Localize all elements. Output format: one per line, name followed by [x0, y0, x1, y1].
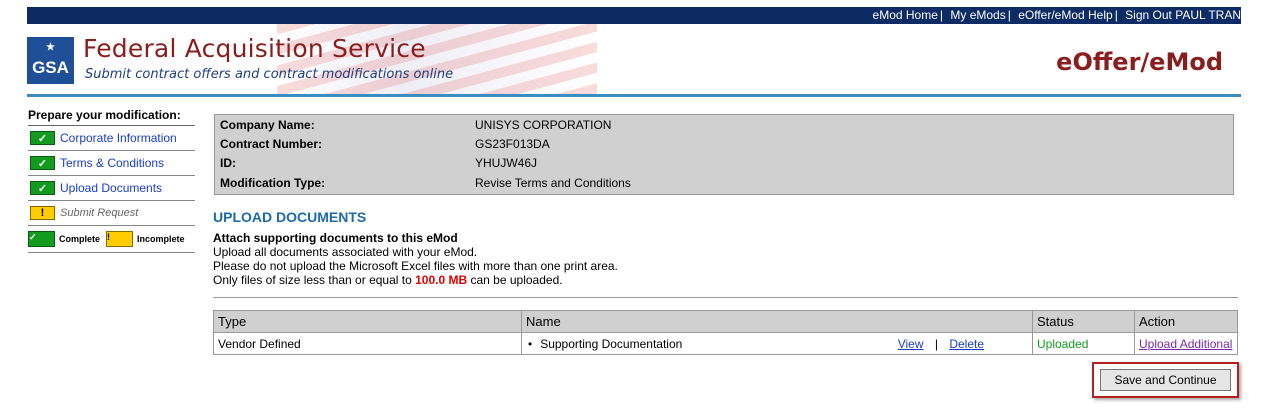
upload-instructions: Attach supporting documents to this eMod… — [213, 231, 618, 287]
check-icon: ✓ — [28, 231, 55, 247]
company-info-panel: Company Name: UNISYS CORPORATION Contrac… — [214, 114, 1234, 195]
nav-my-emods-link[interactable]: My eMods — [950, 8, 1005, 22]
site-subtitle: Submit contract offers and contract modi… — [85, 67, 454, 82]
section-divider — [213, 297, 1238, 298]
column-header-name: Name — [521, 310, 1033, 333]
documents-table: Type Name Status Action Vendor Defined •… — [213, 310, 1238, 355]
cell-name: • Supporting Documentation View | Delete — [521, 332, 1033, 355]
instructions-line-size: Only files of size less than or equal to… — [213, 273, 618, 287]
size-text-pre: Only files of size less than or equal to — [213, 273, 412, 287]
info-value: GS23F013DA — [475, 137, 550, 151]
info-row-modification-type: Modification Type: Revise Terms and Cond… — [220, 174, 631, 193]
site-title: Federal Acquisition Service — [83, 34, 426, 63]
check-icon: ✓ — [30, 181, 55, 195]
site-banner: ★ GSA Federal Acquisition Service Submit… — [27, 24, 1241, 94]
nav-sign-out-link[interactable]: Sign Out PAUL TRAN — [1125, 8, 1241, 22]
info-value: YHUJW46J — [475, 156, 538, 170]
gsa-logo[interactable]: ★ GSA — [27, 37, 74, 84]
column-header-status: Status — [1032, 310, 1135, 333]
info-label: Contract Number: — [220, 137, 323, 151]
header-divider — [27, 94, 1241, 97]
progress-sidebar: Prepare your modification: ✓ Corporate I… — [28, 108, 195, 253]
status-legend: ✓ Complete ! Incomplete — [28, 226, 195, 253]
link-separator: | — [934, 337, 938, 351]
upload-additional-link[interactable]: Upload Additional — [1139, 337, 1232, 351]
info-value: Revise Terms and Conditions — [475, 176, 631, 190]
instructions-heading: Attach supporting documents to this eMod — [213, 231, 458, 245]
save-and-continue-button[interactable]: Save and Continue — [1100, 369, 1231, 391]
legend-complete-label: Complete — [59, 234, 101, 244]
max-file-size: 100.0 MB — [415, 273, 468, 287]
bullet: • — [528, 336, 533, 351]
sidebar-item-terms-conditions[interactable]: ✓ Terms & Conditions — [28, 151, 195, 176]
info-row-company-name: Company Name: UNISYS CORPORATION — [220, 116, 611, 135]
nav-emod-home-link[interactable]: eMod Home — [873, 8, 938, 22]
cell-action: Upload Additional — [1134, 332, 1238, 355]
column-header-action: Action — [1134, 310, 1238, 333]
sidebar-heading: Prepare your modification: — [28, 108, 195, 126]
info-value: UNISYS CORPORATION — [475, 118, 612, 132]
check-icon: ✓ — [30, 131, 55, 145]
nav-separator: | — [939, 8, 944, 22]
size-text-post: can be uploaded. — [470, 273, 563, 287]
instructions-line: Please do not upload the Microsoft Excel… — [213, 259, 618, 273]
sidebar-item-corporate-information[interactable]: ✓ Corporate Information — [28, 126, 195, 151]
info-row-id: ID: YHUJW46J — [220, 154, 537, 173]
nav-help-link[interactable]: eOffer/eMod Help — [1018, 8, 1113, 22]
delete-link[interactable]: Delete — [949, 337, 984, 351]
instructions-line: Upload all documents associated with you… — [213, 245, 478, 259]
sidebar-link-corporate-information[interactable]: Corporate Information — [60, 131, 177, 145]
info-label: Modification Type: — [220, 176, 326, 190]
legend-incomplete-label: Incomplete — [137, 234, 185, 244]
cell-type: Vendor Defined — [213, 332, 522, 355]
nav-separator: | — [1007, 8, 1011, 22]
save-button-highlight: Save and Continue — [1092, 362, 1239, 398]
table-row: Vendor Defined • Supporting Documentation… — [213, 332, 1238, 355]
sidebar-link-terms-conditions[interactable]: Terms & Conditions — [60, 156, 164, 170]
check-icon: ✓ — [30, 156, 55, 170]
nav-separator: | — [1114, 8, 1118, 22]
gsa-logo-text: GSA — [32, 58, 69, 77]
section-title: UPLOAD DOCUMENTS — [213, 209, 367, 225]
app-title: eOffer/eMod — [1056, 48, 1223, 76]
sidebar-link-upload-documents[interactable]: Upload Documents — [60, 181, 162, 195]
info-label: ID: — [220, 156, 236, 170]
warning-icon: ! — [106, 231, 134, 247]
info-row-contract-number: Contract Number: GS23F013DA — [220, 135, 550, 154]
sidebar-item-upload-documents[interactable]: ✓ Upload Documents — [28, 176, 195, 201]
info-label: Company Name: — [220, 118, 315, 132]
star-icon: ★ — [46, 42, 55, 53]
row-actions: View | Delete — [898, 337, 984, 351]
table-header-row: Type Name Status Action — [213, 310, 1238, 333]
sidebar-label-submit-request: Submit Request — [60, 207, 139, 219]
document-name: Supporting Documentation — [540, 336, 683, 351]
column-header-type: Type — [213, 310, 522, 333]
warning-icon: ! — [30, 206, 55, 220]
sidebar-item-submit-request: ! Submit Request — [28, 201, 195, 226]
top-nav-bar: eMod Home | My eMods | eOffer/eMod Help | S… — [27, 7, 1241, 24]
view-link[interactable]: View — [898, 337, 924, 351]
cell-status: Uploaded — [1032, 332, 1135, 355]
